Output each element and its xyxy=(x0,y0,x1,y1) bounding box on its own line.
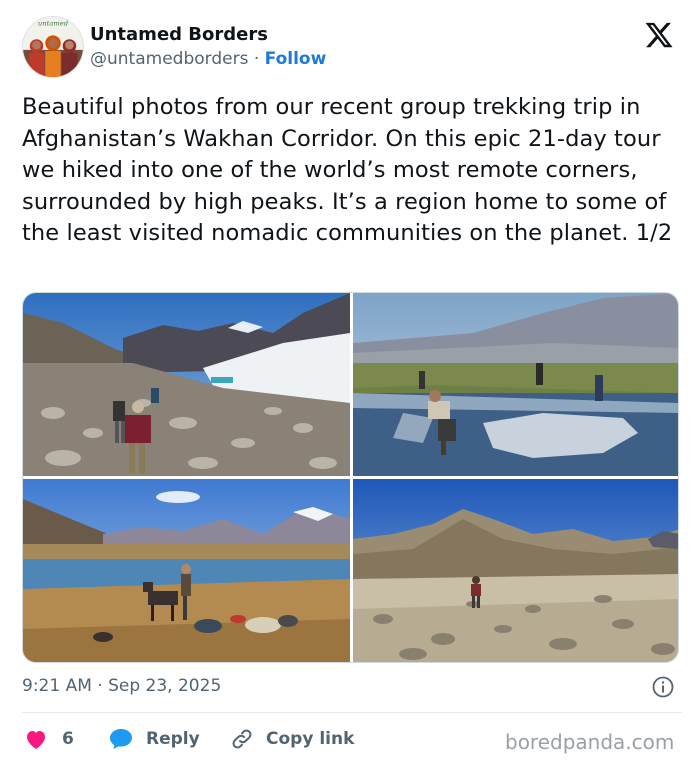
like-count: 6 xyxy=(62,729,74,749)
tweet-text: Beautiful photos from our recent group t… xyxy=(22,94,673,246)
donkey-lake-camp-image xyxy=(23,479,350,662)
timestamp-separator: · xyxy=(97,676,103,696)
tweet-timestamp[interactable]: 9:21 AM · Sep 23, 2025 xyxy=(22,676,221,696)
reply-bubble-icon xyxy=(110,729,132,749)
reply-button[interactable]: Reply xyxy=(108,722,200,756)
info-icon[interactable] xyxy=(651,675,675,699)
follow-button[interactable]: Follow xyxy=(265,49,327,69)
reply-label: Reply xyxy=(146,729,200,749)
like-button[interactable]: 6 xyxy=(24,722,74,756)
tweet-date: Sep 23, 2025 xyxy=(108,676,222,696)
link-icon xyxy=(232,729,252,749)
media-grid xyxy=(22,292,679,663)
heart-icon xyxy=(27,731,45,749)
svg-text:untamed: untamed xyxy=(38,20,69,28)
separator-dot: · xyxy=(253,49,260,69)
x-logo-icon[interactable] xyxy=(644,20,674,50)
divider xyxy=(22,712,682,713)
author-handle-row: @untamedborders · Follow xyxy=(90,49,326,69)
author-avatar[interactable]: untamed xyxy=(22,16,84,78)
watermark: boredpanda.com xyxy=(505,730,675,754)
photo-3[interactable] xyxy=(23,479,350,662)
trekkers-rocky-slope-image xyxy=(23,293,350,476)
tweet-header: untamed Untamed Borders @untamedborders … xyxy=(22,16,682,80)
photo-1[interactable] xyxy=(23,293,350,476)
copy-link-label: Copy link xyxy=(266,729,355,749)
hiker-rocky-valley-image xyxy=(353,479,678,662)
tweet-time: 9:21 AM xyxy=(22,676,92,696)
copy-link-button[interactable]: Copy link xyxy=(230,722,354,756)
photo-4[interactable] xyxy=(353,479,678,662)
group-photo-icon: untamed xyxy=(23,17,83,77)
author-handle[interactable]: @untamedborders xyxy=(90,49,248,69)
author-name[interactable]: Untamed Borders xyxy=(90,24,268,45)
photo-2[interactable] xyxy=(353,293,678,476)
fishing-net-river-image xyxy=(353,293,678,476)
